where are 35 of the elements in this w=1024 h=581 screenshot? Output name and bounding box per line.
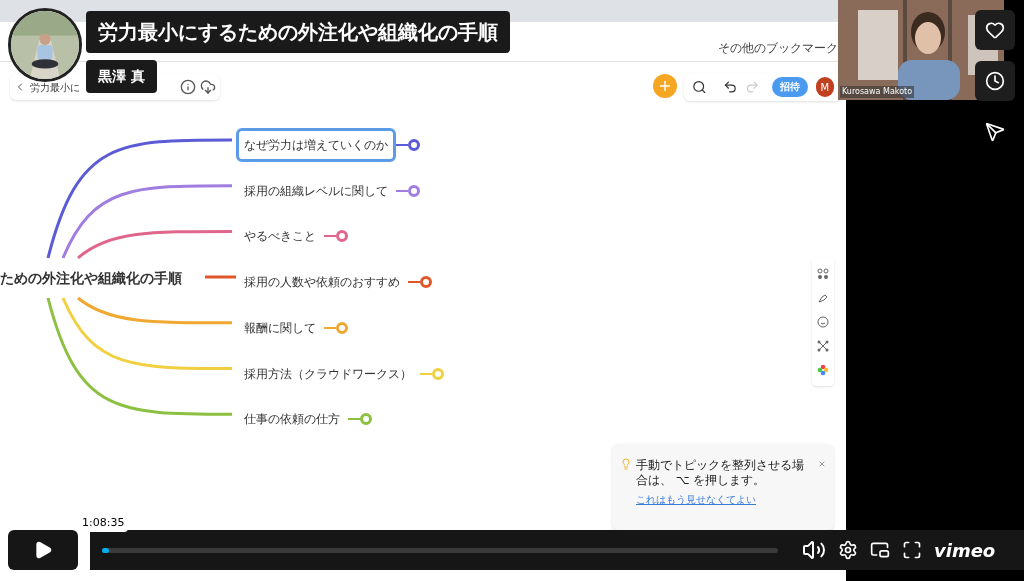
tip-text: 手動でトピックを整列させる場合は、 ⌥ を押します。 — [636, 458, 805, 488]
topic-node[interactable]: なぜ労力は増えていくのか — [236, 128, 396, 162]
close-icon[interactable] — [818, 460, 826, 468]
play-button[interactable] — [8, 530, 78, 570]
document-title[interactable]: 労力最小に — [30, 79, 80, 95]
heart-icon — [985, 20, 1005, 40]
clock-icon — [985, 71, 1005, 91]
watch-later-button[interactable] — [975, 61, 1015, 101]
layout-icon[interactable] — [817, 268, 829, 280]
palette-icon[interactable] — [817, 364, 829, 376]
undo-icon[interactable] — [722, 79, 738, 95]
play-icon — [33, 540, 53, 560]
dismiss-link[interactable]: これはもう見せなくてよい — [636, 492, 814, 507]
vimeo-logo[interactable]: vimeo — [934, 536, 996, 564]
participant-name: Kurosawa Makoto — [840, 86, 915, 98]
smiley-icon[interactable] — [817, 316, 829, 328]
search-icon[interactable] — [692, 79, 707, 95]
bookmark-link[interactable]: その他のブックマーク — [718, 39, 838, 57]
brush-icon[interactable] — [817, 292, 829, 304]
settings-icon[interactable] — [838, 540, 858, 560]
connect-icon[interactable] — [817, 340, 829, 352]
volume-icon[interactable] — [802, 538, 826, 562]
video-title: 労力最小にするための外注化や組織化の手順 — [86, 11, 510, 53]
lightbulb-icon — [620, 458, 632, 470]
user-avatar[interactable]: M — [815, 77, 834, 97]
share-icon[interactable] — [985, 122, 1005, 142]
download-icon[interactable] — [200, 79, 216, 95]
author-name[interactable]: 黒澤 真 — [86, 60, 157, 93]
root-topic[interactable]: ための外注化や組織化の手順 — [0, 268, 182, 289]
plus-icon — [660, 81, 670, 91]
fullscreen-icon[interactable] — [902, 540, 922, 560]
pip-icon[interactable] — [870, 540, 890, 560]
like-button[interactable] — [975, 10, 1015, 50]
progress-track[interactable] — [102, 547, 778, 553]
info-icon[interactable] — [180, 79, 196, 95]
